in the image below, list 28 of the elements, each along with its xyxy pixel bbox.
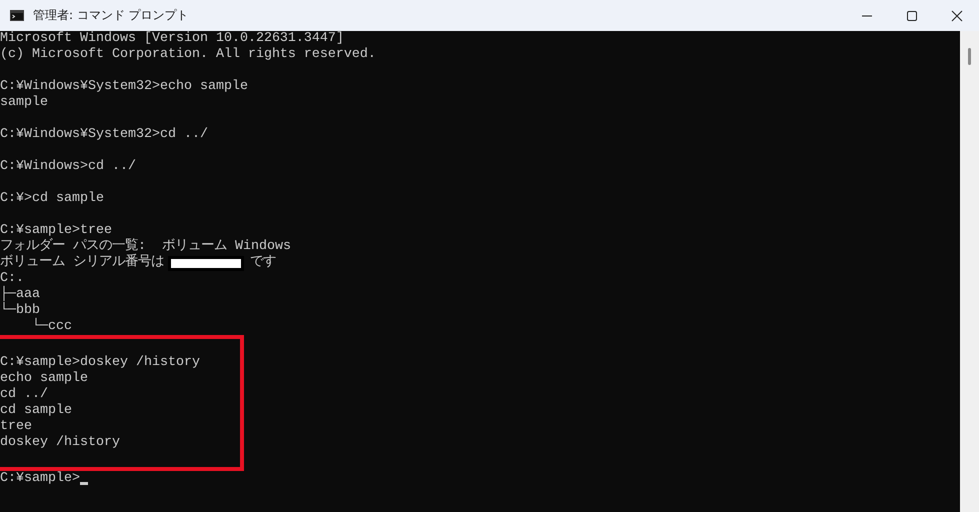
- console-line: C:.: [0, 271, 24, 286]
- console-line: C:¥>cd sample: [0, 191, 105, 207]
- console-line: C:¥Windows¥System32>cd ../: [0, 127, 209, 143]
- console-line: └─ccc: [30, 319, 73, 335]
- terminal-icon: [10, 10, 24, 21]
- console-line: cd sample: [0, 403, 73, 419]
- console-line: ├─aaa: [0, 287, 41, 302]
- scrollbar-thumb[interactable]: [968, 48, 971, 65]
- prompt-line: C:¥sample>: [0, 471, 80, 487]
- console-line: cd ../: [0, 387, 49, 403]
- console-line: Microsoft Windows [Version 10.0.22631.3447]: [0, 31, 345, 47]
- console-line: です: [250, 255, 276, 271]
- window-title: 管理者: コマンド プロンプト: [33, 7, 189, 24]
- close-icon: [950, 10, 962, 22]
- console-line: C:¥sample>tree: [0, 223, 113, 238]
- console-line: sample: [0, 95, 49, 111]
- console-line: フォルダー パスの一覧: ボリューム Windows: [0, 239, 292, 254]
- console-line: doskey /history: [0, 435, 121, 451]
- maximize-icon: [906, 10, 918, 22]
- console-line: ボリューム シリアル番号は: [0, 255, 164, 271]
- console-line: └─bbb: [0, 303, 40, 318]
- console-line: C:¥Windows>cd ../: [0, 159, 137, 175]
- console-line: C:¥Windows¥System32>echo sample: [0, 79, 249, 95]
- console-line: (c) Microsoft Corporation. All rights reserved.: [0, 47, 377, 63]
- console-line: C:¥sample>doskey /history: [0, 355, 201, 371]
- scrollbar[interactable]: [960, 31, 979, 512]
- console-line: echo sample: [0, 371, 89, 387]
- console-line: tree: [0, 419, 33, 435]
